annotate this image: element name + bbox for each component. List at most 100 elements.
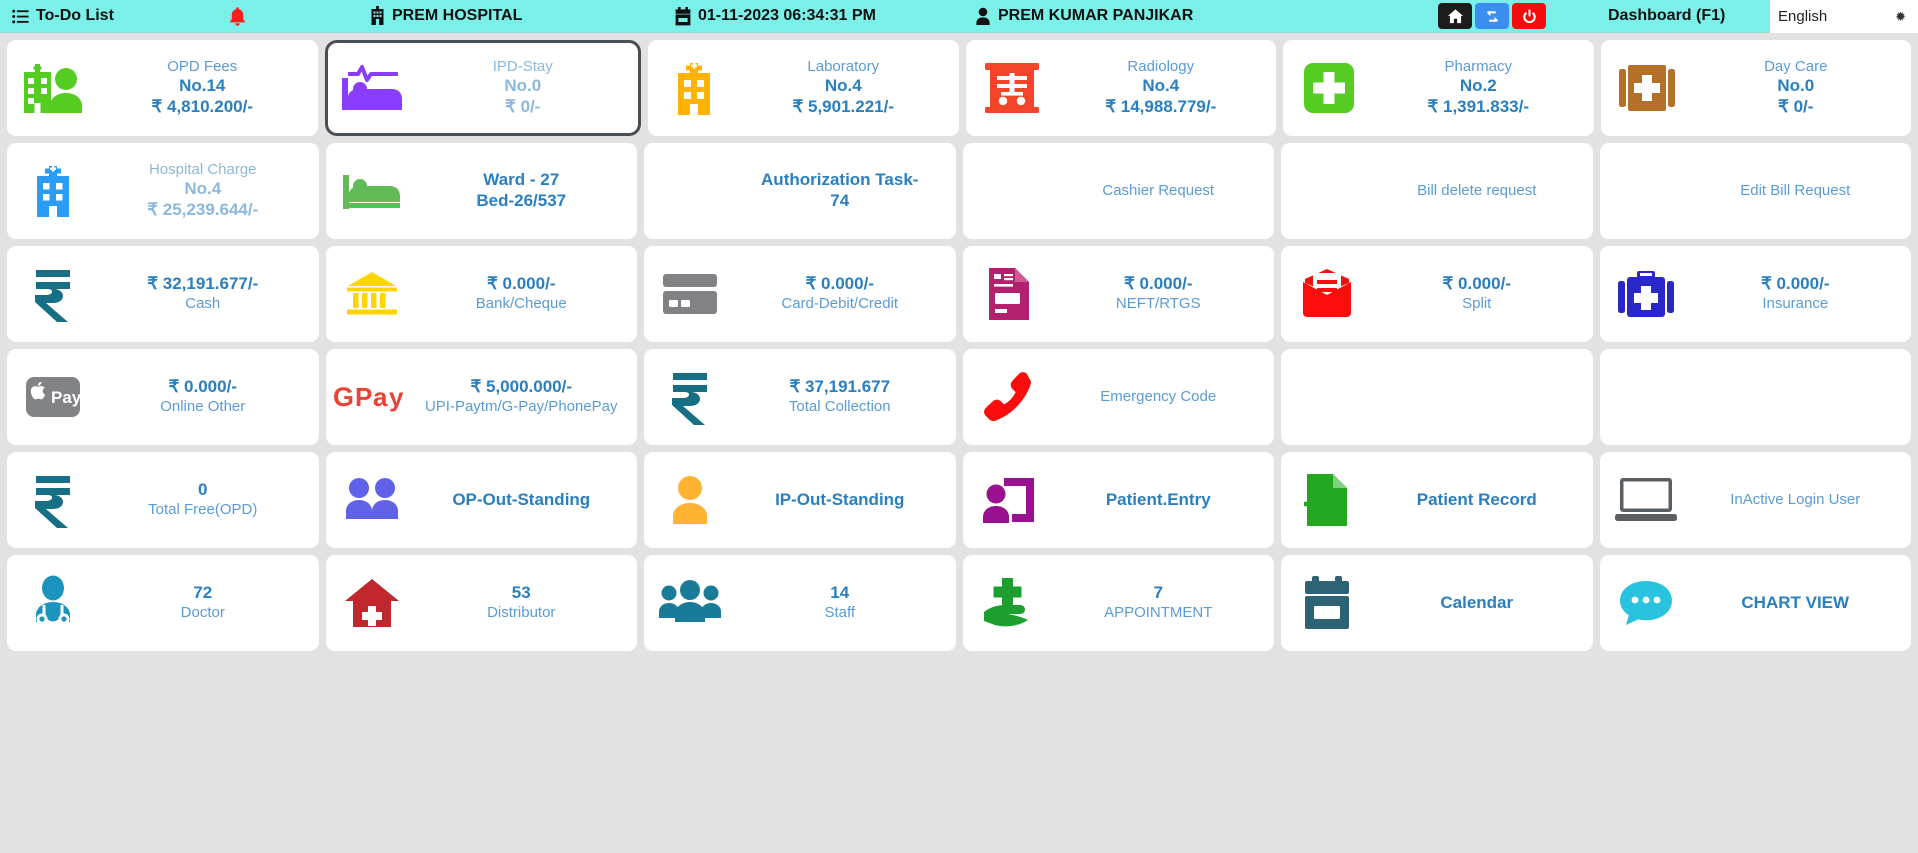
cashier-request-card[interactable]: Cashier Request [962,143,1275,239]
authorization-task-card[interactable]: Authorization Task- 74 [644,143,956,239]
card-body: Hospital Charge No.4 ₹ 25,239.644/- [93,161,319,221]
envelope-icon [1281,268,1367,320]
card-amount: ₹ 0.000/- [168,377,237,397]
opd-fees-card[interactable]: OPD Fees No.14 ₹ 4,810.200/- [7,40,318,136]
split-card[interactable]: ₹ 0.000/- Split [1281,246,1593,342]
calendar-dark-icon [1281,576,1367,630]
notification-bell-button[interactable] [228,6,247,27]
power-button[interactable] [1512,3,1546,29]
card-debit-credit-card[interactable]: ₹ 0.000/- Card-Debit/Credit [644,246,956,342]
card-title: Hospital Charge [148,161,257,179]
card-body: 72 Doctor [93,583,319,622]
card-body: Calendar [1367,593,1593,614]
google-pay-icon: G P a y [326,379,412,415]
card-title: Radiology [1127,58,1195,76]
lab-building-icon [648,61,734,116]
card-amount: ₹ 25,239.644/- [147,200,259,220]
upi-card[interactable]: G P a y ₹ 5,000.000/- UPI-Paytm/G-Pay/Pho… [325,349,638,445]
two-people-icon [326,476,412,524]
day-care-card[interactable]: Day Care No.0 ₹ 0/- [1600,40,1911,136]
op-outstanding-card[interactable]: OP-Out-Standing [325,452,637,548]
svg-text:G: G [333,382,354,412]
list-icon [12,8,29,25]
card-body: 14 Staff [730,583,956,622]
card-title: IPD-Stay [492,58,553,76]
card-subtitle: Doctor [180,604,225,622]
hospital-charge-card[interactable]: Hospital Charge No.4 ₹ 25,239.644/- [7,143,319,239]
header-action-buttons [1438,3,1546,29]
apple-pay-icon: Pay [7,376,93,418]
inactive-login-user-card[interactable]: InActive Login User [1599,452,1911,548]
dashboard-label: Dashboard (F1) [1608,7,1726,24]
neft-rtgs-card[interactable]: ₹ 0.000/- NEFT/RTGS [962,246,1275,342]
card-body: Bill delete request [1367,182,1593,200]
card-title: Bill delete request [1417,181,1537,199]
notification-bell-icon [228,6,247,27]
staff-card[interactable]: 14 Staff [644,555,956,651]
card-body: ₹ 0.000/- Insurance [1686,274,1912,313]
rupee-icon [7,472,93,528]
card-subtitle: Staff [824,604,856,622]
card-number: 72 [193,583,213,603]
card-body: ₹ 5,000.000/- UPI-Paytm/G-Pay/PhonePay [412,377,638,416]
patient-entry-card[interactable]: Patient.Entry [962,452,1275,548]
calendar-card[interactable]: Calendar [1281,555,1593,651]
card-title: Day Care [1764,58,1828,76]
requests-row: Hospital Charge No.4 ₹ 25,239.644/- Ward -… [7,143,1911,239]
chart-view-card[interactable]: CHART VIEW [1599,555,1911,651]
cash-card[interactable]: ₹ 32,191.677/- Cash [7,246,319,342]
card-body: ₹ 0.000/- Online Other [93,377,319,416]
staff-row: 72 Doctor 53 Distributor 14 Staff 7 APPOINTM… [7,555,1911,651]
card-body: IP-Out-Standing [730,490,956,511]
hospital-building-icon [370,6,385,26]
bill-delete-request-card[interactable]: Bill delete request [1281,143,1593,239]
distributor-card[interactable]: 53 Distributor [325,555,637,651]
edit-bill-request-card[interactable]: Edit Bill Request [1599,143,1911,239]
online-other-card[interactable]: Pay ₹ 0.000/- Online Other [7,349,319,445]
emergency-code-card[interactable]: Emergency Code [962,349,1274,445]
card-body: ₹ 0.000/- Bank/Cheque [412,274,638,313]
hospital-name-display: PREM HOSPITAL [370,6,522,26]
card-amount: ₹ 0.000/- [1761,274,1830,294]
card-body: Cashier Request [1049,182,1275,200]
bank-icon [326,270,412,318]
card-title: Emergency Code [1100,387,1217,405]
home-button[interactable] [1438,3,1472,29]
patients-row: 0 Total Free(OPD) OP-Out-Standing IP-Out-… [7,452,1911,548]
total-collection-card[interactable]: ₹ 37,191.677 Total Collection [644,349,956,445]
card-headline: Patient Record [1416,489,1537,509]
card-subtitle: NEFT/RTGS [1115,295,1201,313]
card-body: ₹ 0.000/- NEFT/RTGS [1049,274,1275,313]
laboratory-card[interactable]: Laboratory No.4 ₹ 5,901.221/- [648,40,959,136]
payments-row-2: Pay ₹ 0.000/- Online Other G P a y ₹ 5,00… [7,349,1911,445]
radiology-card[interactable]: Radiology No.4 ₹ 14,988.779/- [965,40,1276,136]
card-title: CHART VIEW [1741,592,1850,612]
card-count: No.4 [1142,76,1180,96]
todo-list-button[interactable]: To-Do List [12,7,114,25]
patient-record-card[interactable]: Patient Record [1281,452,1593,548]
medical-kit-icon [1601,64,1687,112]
card-count: No.0 [1777,76,1815,96]
card-amount: ₹ 5,901.221/- [792,97,895,117]
appointment-card[interactable]: 7 APPOINTMENT [962,555,1274,651]
card-headline: Bed-26/537 [476,191,567,210]
current-user-label: PREM KUMAR PANJIKAR [998,7,1194,24]
user-icon [975,7,991,26]
bank-cheque-card[interactable]: ₹ 0.000/- Bank/Cheque [325,246,638,342]
total-free-opd-card[interactable]: 0 Total Free(OPD) [7,452,319,548]
card-body: Patient.Entry [1049,490,1275,511]
card-body: ₹ 37,191.677 Total Collection [730,377,956,416]
ip-outstanding-card[interactable]: IP-Out-Standing [644,452,956,548]
card-amount: ₹ 32,191.677/- [147,274,259,294]
card-amount: ₹ 37,191.677 [789,377,891,397]
calendar-icon [675,6,691,26]
language-select[interactable]: English [1770,0,1918,33]
swap-button[interactable] [1475,3,1509,29]
dashboard-grid: OPD Fees No.14 ₹ 4,810.200/- IPD-Stay No.0 ₹… [0,33,1918,651]
pharmacy-card[interactable]: Pharmacy No.2 ₹ 1,391.833/- [1283,40,1594,136]
card-title: OPD Fees [167,58,238,76]
doctor-card[interactable]: 72 Doctor [7,555,319,651]
ipd-stay-card[interactable]: IPD-Stay No.0 ₹ 0/- [324,40,641,136]
ward-bed-card[interactable]: Ward - 27 Bed-26/537 [325,143,637,239]
insurance-card[interactable]: ₹ 0.000/- Insurance [1599,246,1912,342]
